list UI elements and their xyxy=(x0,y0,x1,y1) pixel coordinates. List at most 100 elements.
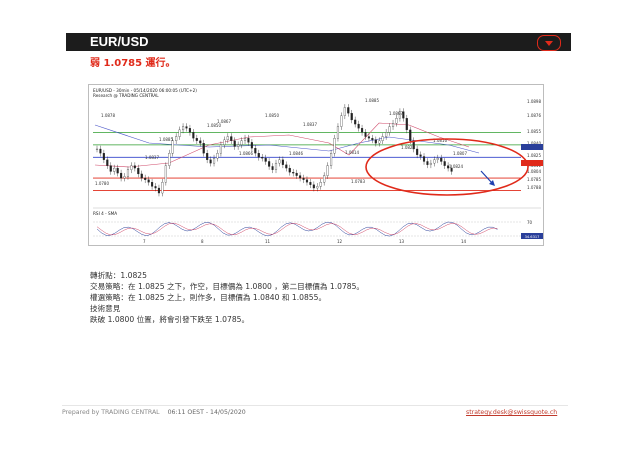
candle-body xyxy=(292,172,295,174)
candle-body xyxy=(178,129,181,137)
candle-body xyxy=(443,161,446,166)
candle-body xyxy=(364,132,367,137)
candle-body xyxy=(212,157,216,164)
candle-body xyxy=(133,165,136,169)
rsi-level-70-label: 70 xyxy=(527,220,533,225)
candle-body xyxy=(140,173,143,179)
candle-body xyxy=(261,157,264,159)
candle-body xyxy=(247,138,250,143)
candle-body xyxy=(209,159,212,164)
price-axis-label: 1.0785 xyxy=(527,177,541,182)
candle-body xyxy=(168,153,171,166)
candle-body xyxy=(102,153,105,160)
x-axis-tick: 13 xyxy=(399,239,405,244)
swing-label: 1.0780 xyxy=(95,181,109,186)
candle-body xyxy=(151,182,154,187)
subtitle: 弱 1.0785 運行。 xyxy=(90,58,176,69)
candle-body xyxy=(164,165,167,183)
chart-research-line: Research @ TRADING CENTRAL xyxy=(93,93,159,98)
candle-body xyxy=(371,138,374,141)
comment-title: 技術意見 xyxy=(90,304,121,313)
candle-body xyxy=(385,132,388,137)
candle-body xyxy=(240,140,243,145)
candle-body xyxy=(422,156,426,162)
candle-body xyxy=(343,107,346,116)
footer-divider xyxy=(62,405,568,406)
candle-body xyxy=(137,167,140,175)
price-axis-label: 1.0825 xyxy=(527,153,541,158)
swing-label: 1.0850 xyxy=(265,113,279,118)
rsi-sma-line xyxy=(96,222,498,236)
candle-body xyxy=(288,167,291,173)
pivot-text: 轉折點：1.0825 xyxy=(90,271,147,280)
forecast-arrow xyxy=(480,170,493,184)
swing-label: 1.0885 xyxy=(159,137,173,142)
candle-body xyxy=(409,129,412,141)
candle-body xyxy=(323,175,326,183)
chart-svg: EUR/USD - 30min - 05/14/2020 06:00:05 (U… xyxy=(93,88,543,244)
x-axis-tick: 12 xyxy=(337,239,343,244)
candle-body xyxy=(440,157,443,162)
candle-body xyxy=(113,167,116,172)
candle-body xyxy=(243,138,247,141)
candle-body xyxy=(391,123,395,127)
header-bar: EUR/USD xyxy=(66,33,571,51)
candle-body xyxy=(336,126,340,139)
candle-body xyxy=(378,140,381,144)
candle-body xyxy=(347,107,350,114)
candle-body xyxy=(188,128,191,133)
candle-body xyxy=(154,186,157,189)
candle-body xyxy=(295,172,298,176)
swing-label: 1.0824 xyxy=(449,164,463,169)
candle-body xyxy=(195,138,198,141)
x-axis-tick: 8 xyxy=(201,239,204,244)
rsi-badge-value: 34.6317 xyxy=(525,235,540,239)
candle-body xyxy=(182,126,185,131)
candle-body xyxy=(237,144,240,147)
candle-body xyxy=(126,169,130,177)
candle-body xyxy=(206,153,209,160)
swing-label: 1.0783 xyxy=(351,179,365,184)
moving-average-blue xyxy=(94,124,480,154)
dropdown-button[interactable] xyxy=(537,35,561,51)
x-axis-tick: 11 xyxy=(265,239,271,244)
footer-time: 06:11 OEST - 14/05/2020 xyxy=(167,409,246,416)
candle-body xyxy=(433,159,436,164)
alternative-text: 權選策略：在 1.0825 之上，則作多，目標價為 1.0840 和 1.085… xyxy=(90,293,327,302)
price-chart: EUR/USD - 30min - 05/14/2020 06:00:05 (U… xyxy=(88,84,544,246)
candle-body xyxy=(185,126,188,129)
swing-label: 1.0828 xyxy=(401,145,415,150)
candle-body xyxy=(106,159,109,166)
candle-body xyxy=(271,166,274,170)
swing-label: 1.0814 xyxy=(345,150,359,155)
highlight-ellipse xyxy=(365,138,529,196)
chevron-down-icon xyxy=(545,40,553,46)
candle-body xyxy=(374,139,377,144)
candle-body xyxy=(278,159,281,164)
candle-body xyxy=(405,118,408,131)
candle-body xyxy=(395,118,398,124)
price-axis-label: 1.0898 xyxy=(527,99,541,104)
candle-body xyxy=(357,123,360,129)
candle-body xyxy=(367,136,370,139)
candle-body xyxy=(285,164,288,169)
candle-body xyxy=(381,136,384,141)
candle-body xyxy=(305,179,309,183)
candle-body xyxy=(123,176,126,179)
swing-label: 1.0885 xyxy=(365,98,379,103)
swing-label: 1.0846 xyxy=(289,151,303,156)
candle-body xyxy=(147,179,150,183)
candle-body xyxy=(419,154,422,157)
analysis-block: 轉折點：1.0825 交易策略：在 1.0825 之下，作空，目標價為 1.08… xyxy=(90,270,364,325)
candle-body xyxy=(340,115,343,127)
candle-body xyxy=(157,187,161,194)
contact-email-link[interactable]: strategy.desk@swissquote.ch xyxy=(466,409,557,416)
strategy-text: 交易策略：在 1.0825 之下，作空，目標價為 1.0800 ，第二目標價為 … xyxy=(90,282,365,291)
candle-body xyxy=(330,153,333,166)
candle-body xyxy=(354,119,357,125)
price-axis-label: 1.0788 xyxy=(527,185,541,190)
candle-body xyxy=(223,139,226,145)
price-axis-label: 1.0855 xyxy=(527,129,541,134)
price-axis-label: 1.0804 xyxy=(527,169,541,174)
candle-body xyxy=(161,182,164,194)
